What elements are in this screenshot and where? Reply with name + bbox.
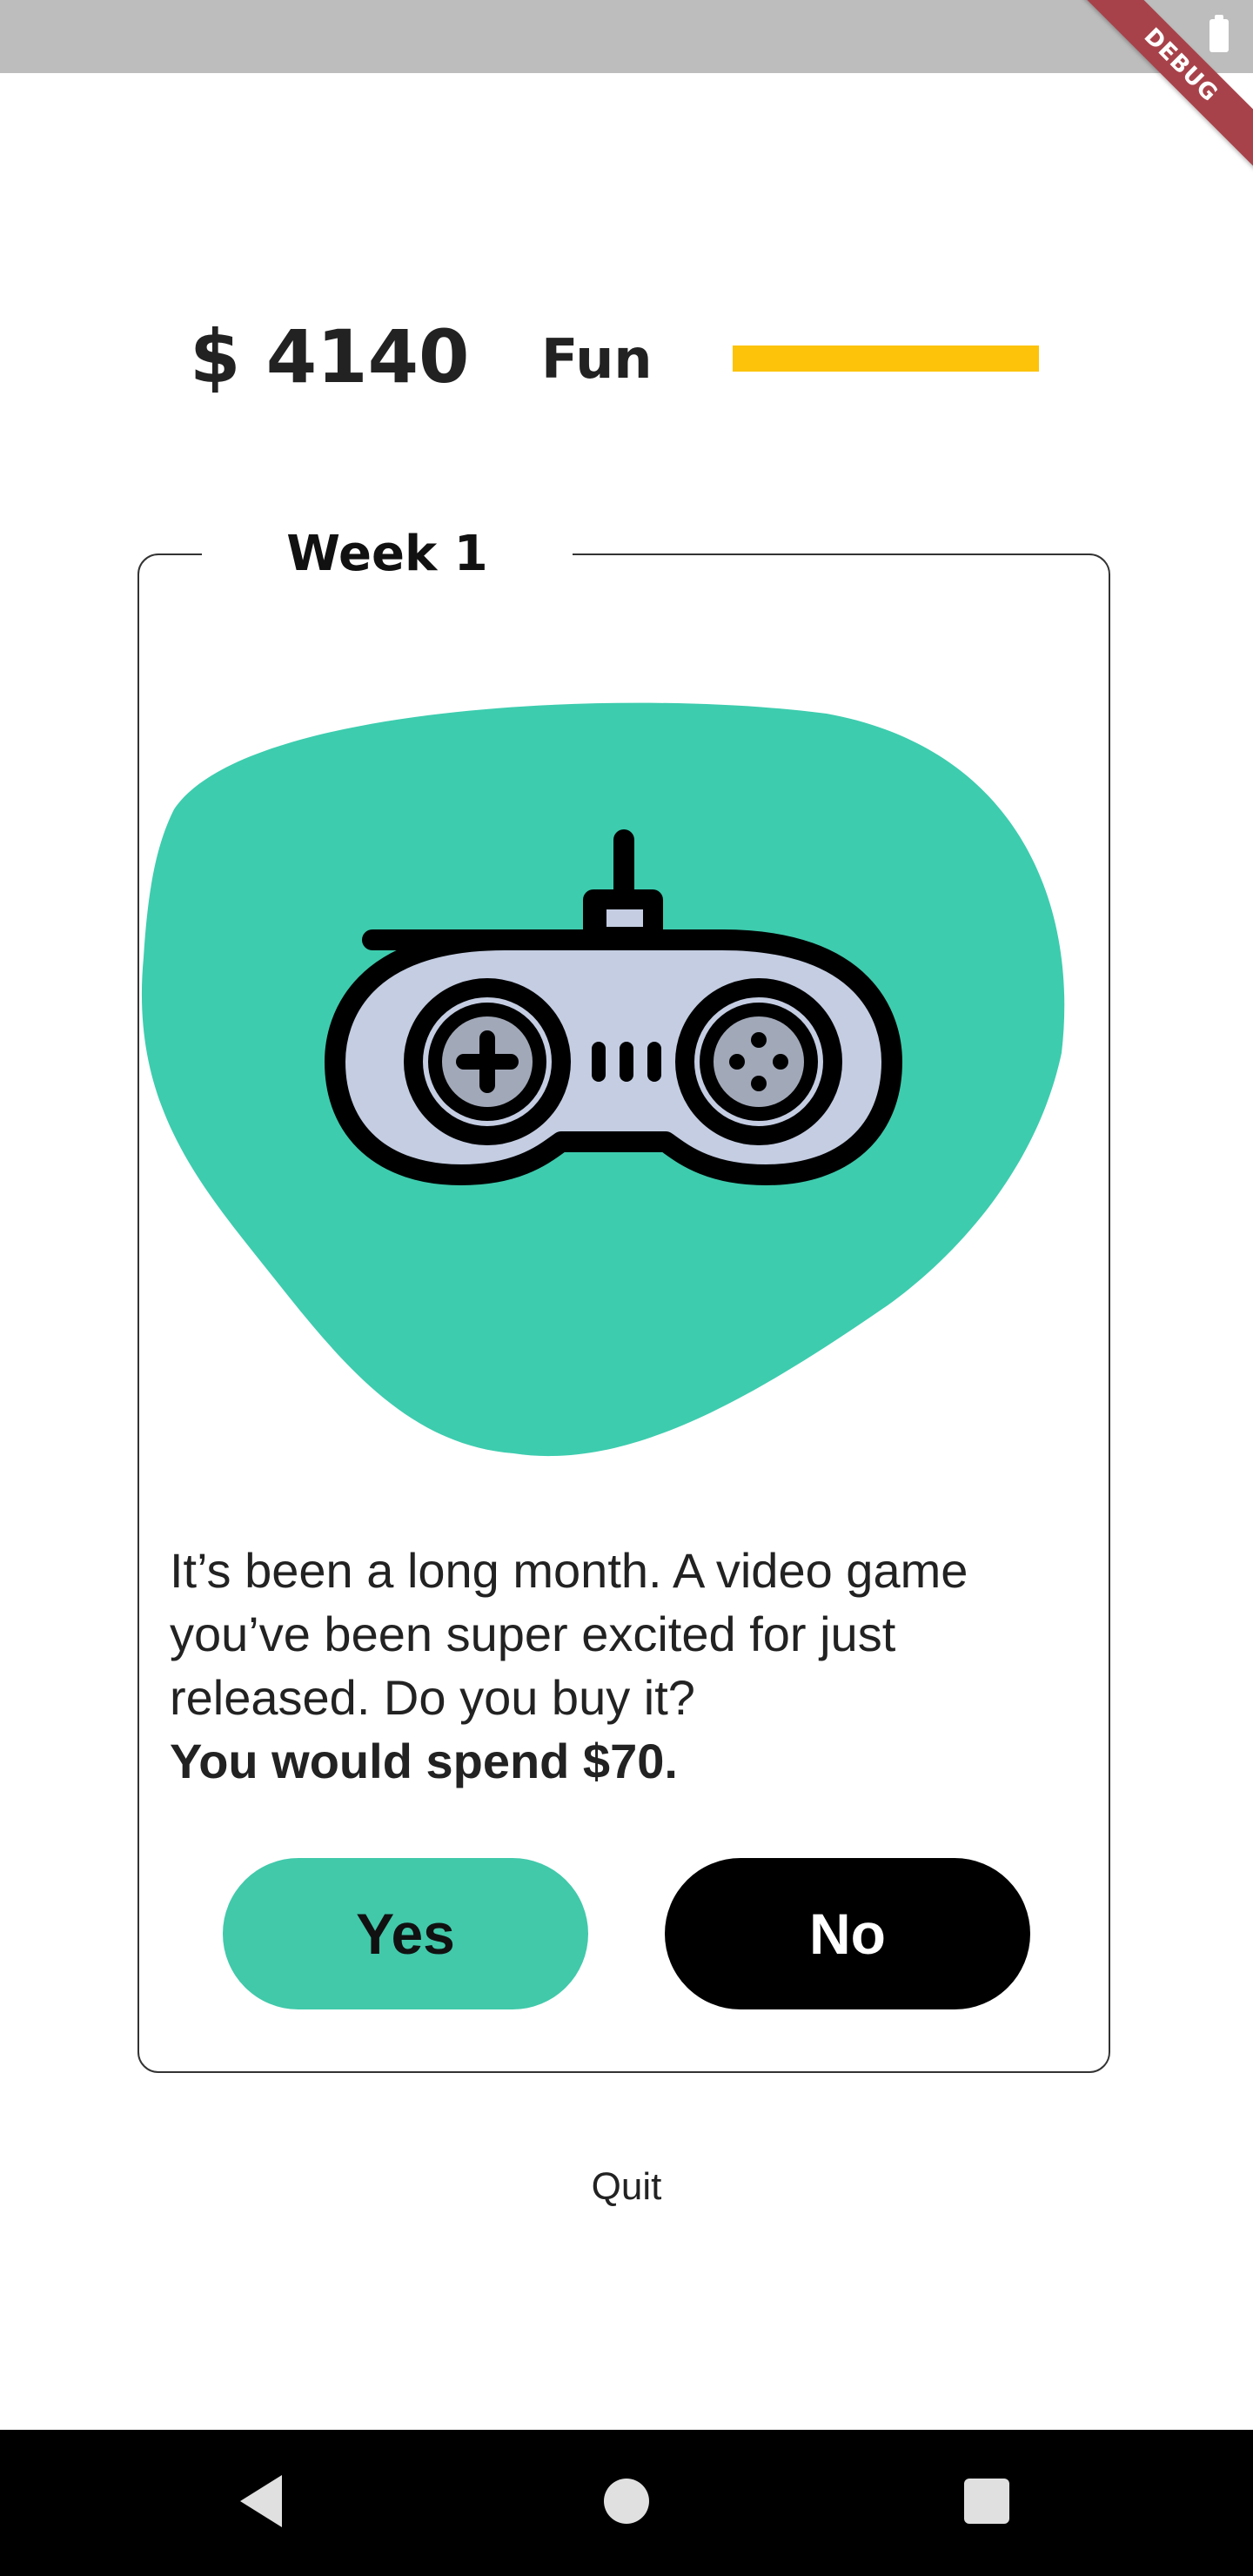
back-triangle-icon[interactable] bbox=[240, 2475, 282, 2527]
fun-meter bbox=[733, 345, 1039, 372]
scenario-text: It’s been a long month. A video game you… bbox=[170, 1543, 968, 1725]
scenario-illustration bbox=[141, 702, 1065, 1457]
money-balance: $ 4140 bbox=[190, 314, 470, 399]
home-circle-icon[interactable] bbox=[604, 2479, 649, 2524]
fun-label: Fun bbox=[541, 327, 653, 391]
no-button[interactable]: No bbox=[665, 1858, 1030, 2009]
yes-button[interactable]: Yes bbox=[223, 1858, 588, 2009]
recents-square-icon[interactable] bbox=[964, 2479, 1009, 2524]
cost-text: You would spend $70. bbox=[170, 1734, 678, 1788]
week-label: Week 1 bbox=[202, 519, 573, 588]
fun-meter-fill bbox=[733, 345, 1039, 372]
battery-icon bbox=[1209, 15, 1229, 52]
quit-button[interactable]: Quit bbox=[539, 2157, 714, 2217]
status-bar bbox=[0, 0, 1253, 73]
scenario-prompt: It’s been a long month. A video game you… bbox=[170, 1539, 1092, 1793]
navigation-bar bbox=[0, 2430, 1253, 2576]
